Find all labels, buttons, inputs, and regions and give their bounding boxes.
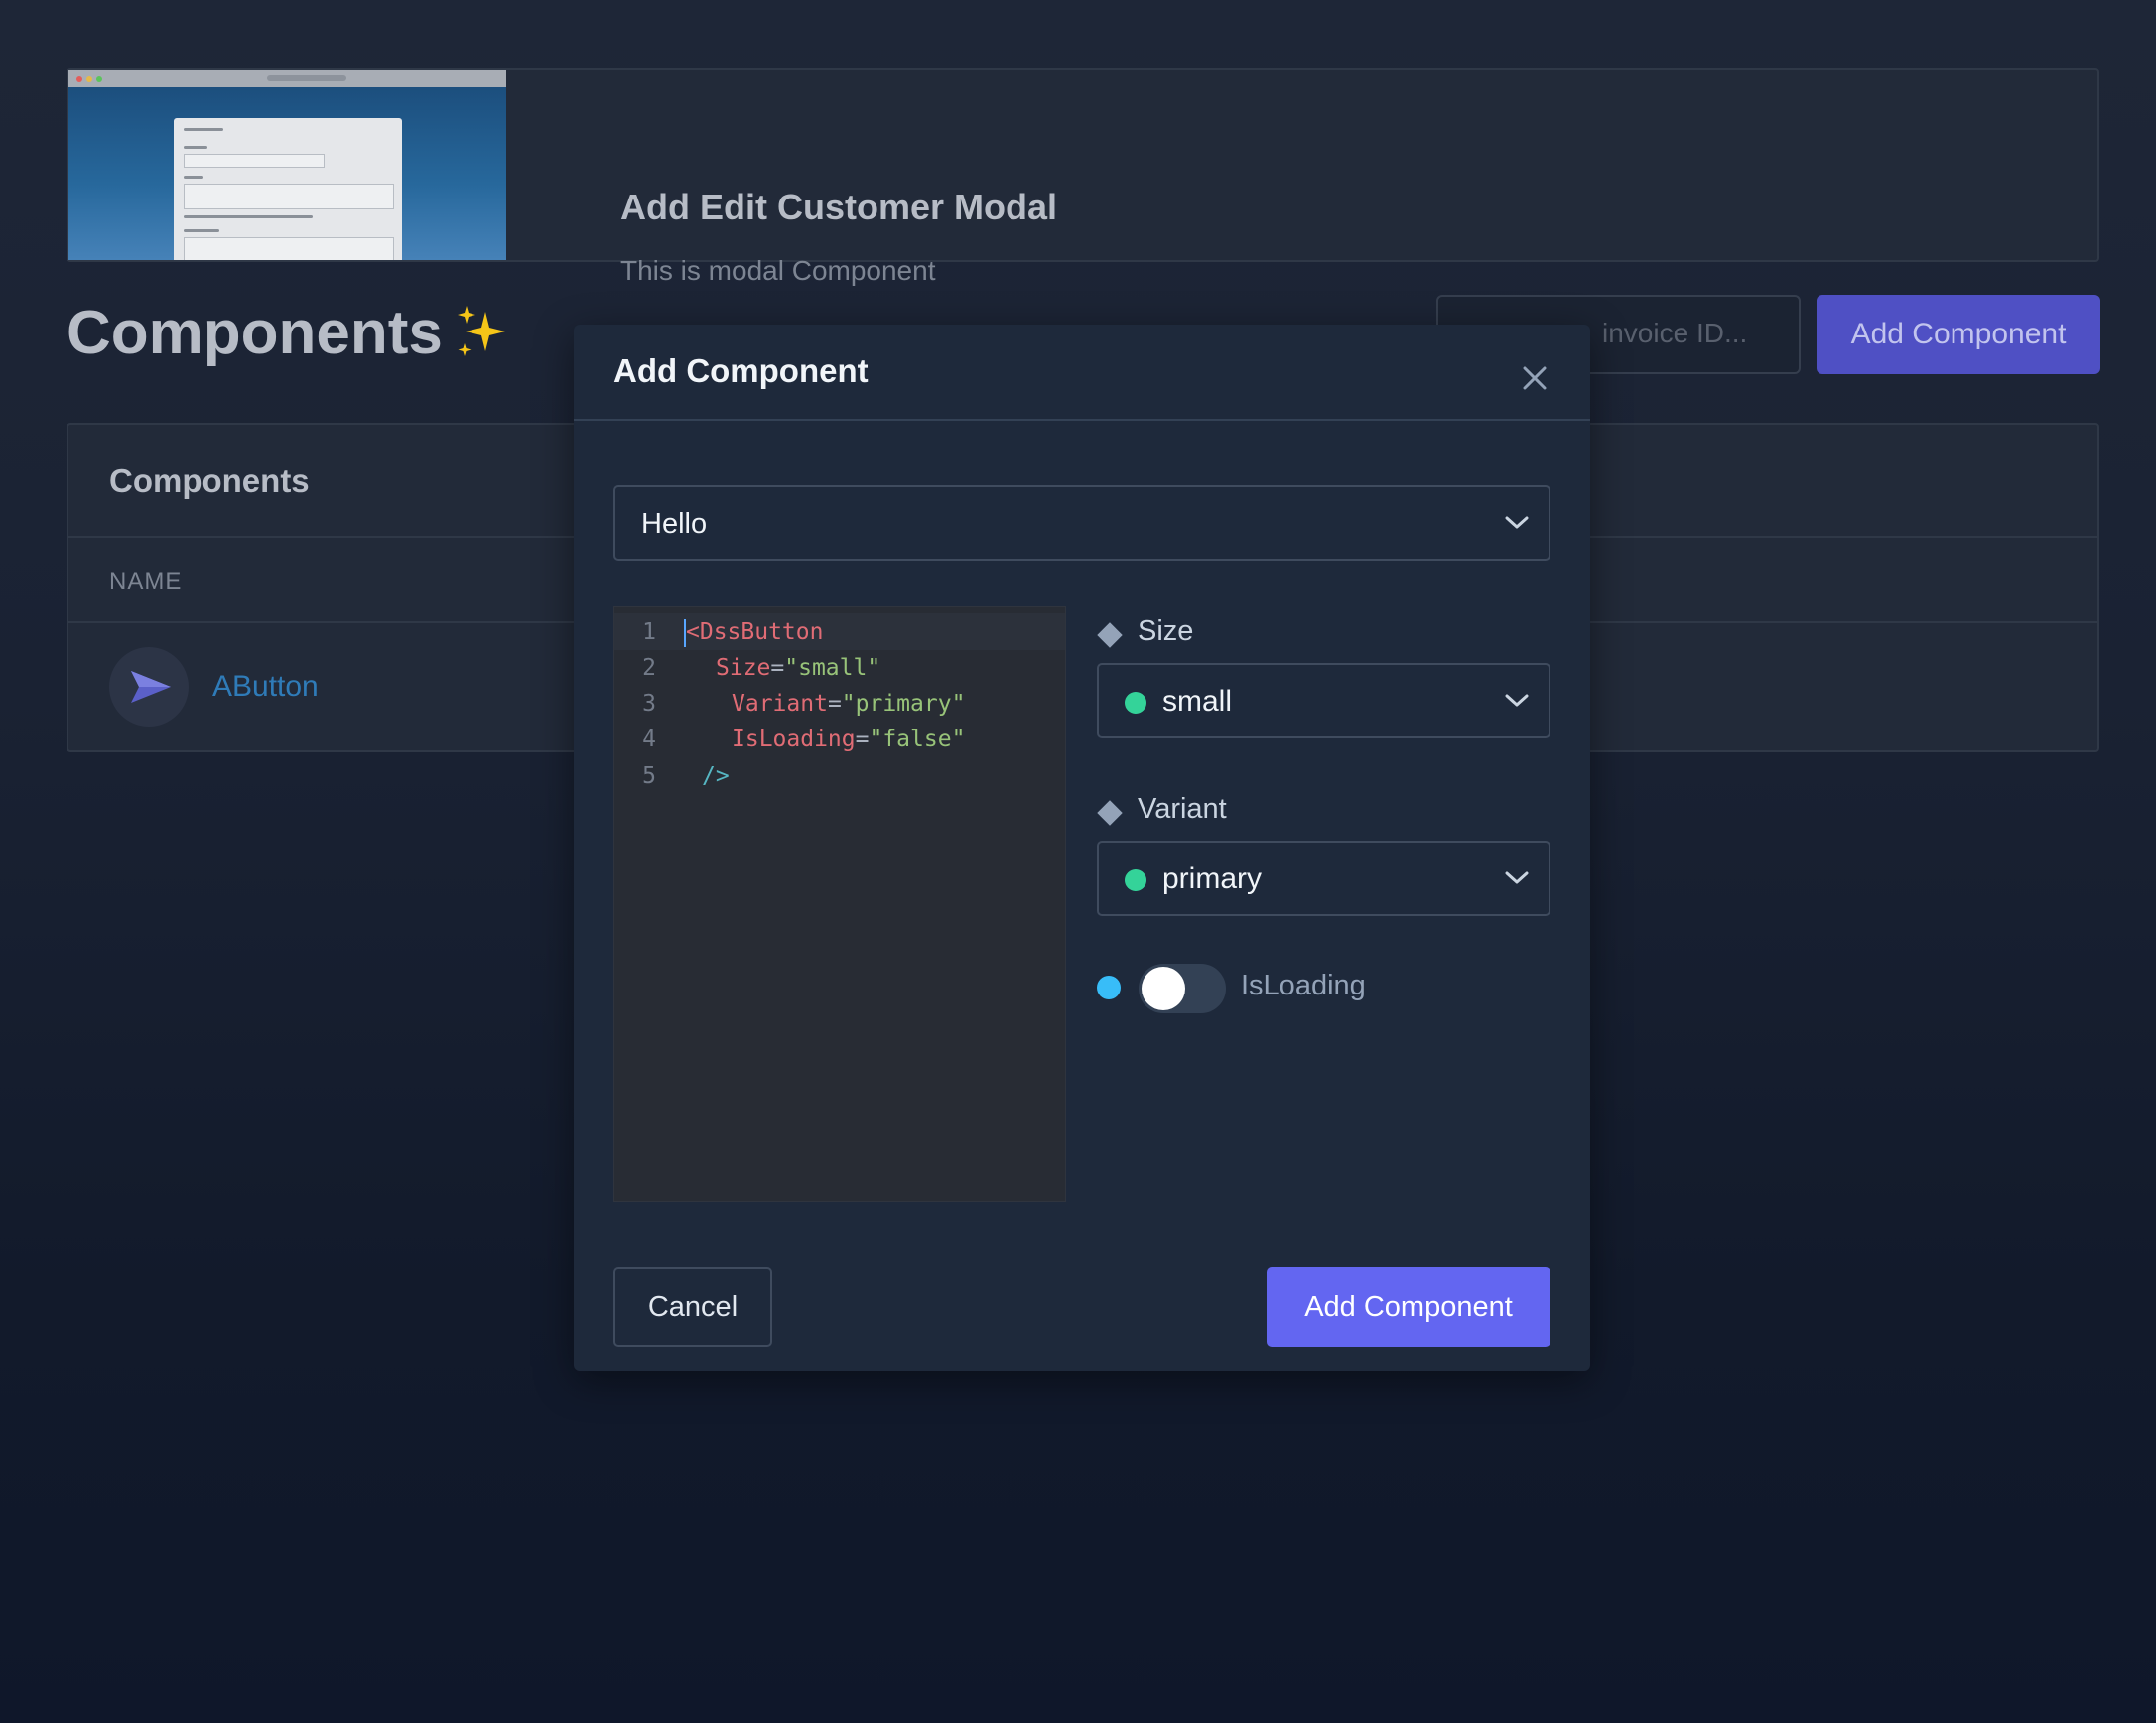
table-row-name[interactable]: AButton <box>212 670 319 704</box>
chevron-down-icon <box>1505 516 1529 529</box>
cancel-button[interactable]: Cancel <box>613 1267 772 1347</box>
line-number: 5 <box>642 763 656 789</box>
diamond-icon <box>1097 800 1123 826</box>
diamond-icon <box>1097 622 1123 648</box>
variant-select-value: primary <box>1162 862 1263 895</box>
preview-thumbnail <box>68 70 506 260</box>
line-number: 1 <box>642 619 656 645</box>
component-select-value: Hello <box>641 508 708 540</box>
submit-add-component-button[interactable]: Add Component <box>1267 1267 1550 1347</box>
line-number: 3 <box>642 691 656 717</box>
variant-select[interactable]: primary <box>1097 841 1550 916</box>
variant-label: Variant <box>1138 793 1227 825</box>
code-attr-line: Variant="primary" <box>732 691 966 717</box>
sparkles-icon <box>458 306 505 356</box>
add-component-button[interactable]: Add Component <box>1817 295 2100 374</box>
column-header-name: NAME <box>109 568 183 595</box>
is-loading-toggle[interactable] <box>1139 964 1226 1013</box>
add-component-modal: Add Component Hello 1 2 3 4 5 <DssButton… <box>574 325 1590 1371</box>
is-loading-label: IsLoading <box>1241 970 1366 1001</box>
code-tag-open: <DssButton <box>686 619 824 645</box>
code-tag-close: /> <box>702 763 730 789</box>
code-attr-line: Size="small" <box>716 655 881 681</box>
table-title: Components <box>109 463 310 499</box>
close-icon[interactable] <box>1515 358 1554 398</box>
component-select[interactable]: Hello <box>613 485 1550 561</box>
chevron-down-icon <box>1505 694 1529 707</box>
toggle-knob <box>1142 967 1185 1010</box>
card-subtitle: This is modal Component <box>620 255 936 286</box>
status-dot <box>1125 869 1146 891</box>
size-select[interactable]: small <box>1097 663 1550 738</box>
component-preview-card[interactable]: Add Edit Customer Modal This is modal Co… <box>67 68 2099 286</box>
code-editor[interactable]: 1 2 3 4 5 <DssButton Size="small" Varian… <box>613 606 1066 1202</box>
size-select-value: small <box>1162 685 1233 718</box>
size-label: Size <box>1138 615 1194 647</box>
chevron-down-icon <box>1505 871 1529 884</box>
search-placeholder: invoice ID... <box>1602 318 1748 348</box>
card-title: Add Edit Customer Modal <box>620 187 1057 227</box>
line-number: 4 <box>642 727 656 752</box>
status-dot <box>1125 692 1146 714</box>
status-dot <box>1097 976 1121 999</box>
modal-title: Add Component <box>613 352 869 389</box>
code-attr-line: IsLoading="false" <box>732 727 966 752</box>
line-number: 2 <box>642 655 656 681</box>
page-title: Components <box>67 299 443 367</box>
send-icon <box>109 647 189 727</box>
